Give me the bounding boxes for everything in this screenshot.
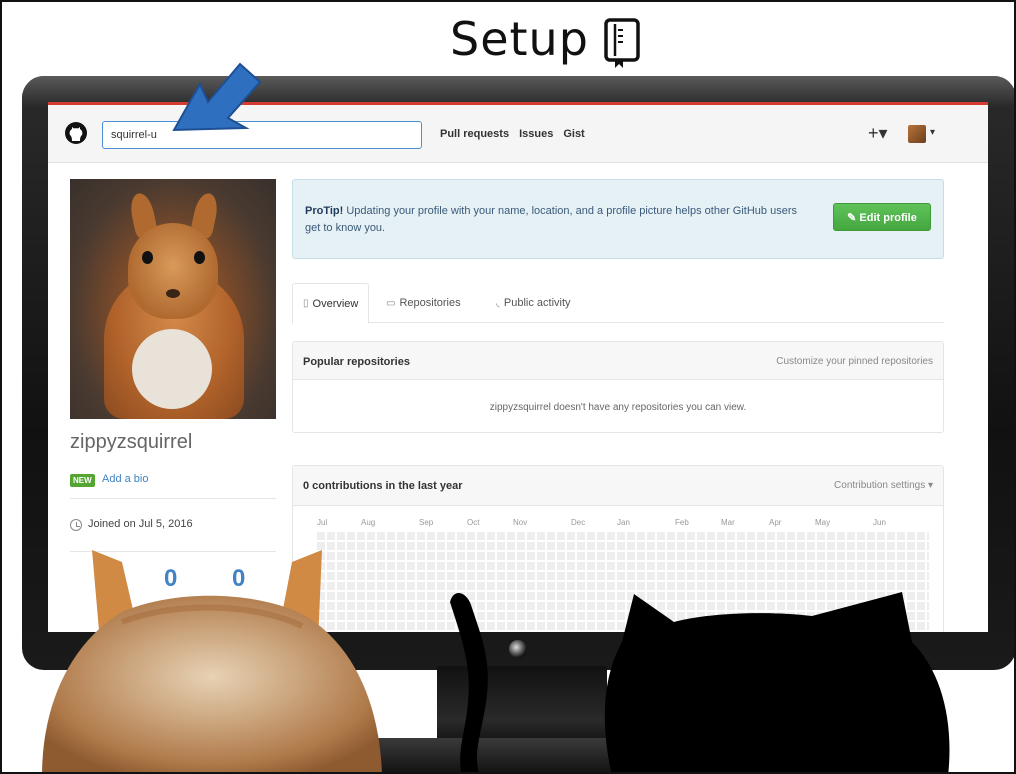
panel-title: Popular repositories [303,356,410,368]
edit-profile-button[interactable]: ✎ Edit profile [833,203,931,231]
protip-banner: ProTip! Updating your profile with your … [292,179,944,259]
create-new-menu[interactable]: +▾ [868,123,888,144]
tab-label: Public activity [503,297,571,309]
joined-date: Joined on Jul 5, 2016 [88,518,193,530]
panel-header: 0 contributions in the last year Contrib… [293,466,943,506]
tab-label: Repositories [399,297,461,309]
contributions-panel: 0 contributions in the last year Contrib… [292,465,944,632]
profile-avatar[interactable] [70,179,276,419]
contribution-calendar-grid [317,532,929,632]
github-octocat-icon[interactable] [64,121,88,145]
squirrel-photo-eye [142,251,153,264]
user-avatar-menu[interactable] [908,125,926,143]
month-label: Dec [571,518,586,527]
nav-issues[interactable]: Issues [519,128,553,140]
monitor-stand-base [332,738,712,772]
monitor-screen: Pull requests Issues Gist +▾ ▾ zippyzsqu… [48,102,988,632]
tab-label: Overview [312,297,359,310]
book-icon [604,18,640,68]
webcam-lens [509,640,527,658]
month-label: May [815,518,831,527]
slide-title: Setup [450,12,589,66]
popular-repositories-panel: Popular repositories Customize your pinn… [292,341,944,433]
divider [70,551,276,552]
month-label: Apr [769,518,782,527]
book-icon: ▯ [303,298,309,309]
squirrel-photo-head [128,223,218,319]
protip-body: Updating your profile with your name, lo… [305,205,797,234]
protip-lead: ProTip! [305,205,344,217]
month-label: Nov [513,518,528,527]
github-header: Pull requests Issues Gist +▾ ▾ [48,105,988,163]
add-bio-link[interactable]: Add a bio [102,473,148,485]
contribution-months: Jul Aug Sep Oct Nov Dec Jan Feb Mar Apr … [317,518,937,530]
squirrel-photo-nose [166,289,180,298]
tab-overview[interactable]: ▯ Overview [292,283,370,324]
slide-frame: Setup Pull requests Issues Gist +▾ ▾ [0,0,1016,774]
panel-header: Popular repositories Customize your pinn… [293,342,943,380]
month-label: Aug [361,518,376,527]
header-nav: Pull requests Issues Gist [440,128,585,140]
profile-tabs: ▯ Overview ▭ Repositories ◟ Public activ… [292,283,944,324]
squirrel-photo-belly [132,329,212,409]
month-label: Jun [873,518,886,527]
customize-pinned-link[interactable]: Customize your pinned repositories [776,356,933,367]
month-label: Jul [317,518,328,527]
tab-repositories[interactable]: ▭ Repositories [376,283,471,323]
protip-text: ProTip! Updating your profile with your … [305,203,805,237]
following-count[interactable]: 0 [232,565,245,593]
chevron-down-icon[interactable]: ▾ [930,127,935,138]
month-label: Oct [467,518,480,527]
profile-username: zippyzsquirrel [70,431,193,453]
rss-icon: ◟ [496,297,500,309]
month-label: Feb [675,518,689,527]
month-label: Mar [721,518,735,527]
nav-gist[interactable]: Gist [563,128,584,140]
monitor-stand-neck [437,666,607,744]
squirrel-photo-eye [194,251,205,264]
tab-public-activity[interactable]: ◟ Public activity [486,283,581,323]
month-label: Jan [617,518,630,527]
clock-icon [70,519,82,531]
search-input[interactable] [102,121,422,149]
followers-count[interactable]: 0 [164,565,177,593]
contribution-settings-dropdown[interactable]: Contribution settings ▾ [834,480,933,491]
new-badge: NEW [70,474,95,487]
nav-pull-requests[interactable]: Pull requests [440,128,509,140]
divider [70,498,276,499]
empty-repositories-message: zippyzsquirrel doesn't have any reposito… [489,402,747,413]
month-label: Sep [419,518,434,527]
repo-icon: ▭ [386,297,396,309]
panel-title: 0 contributions in the last year [303,480,463,492]
